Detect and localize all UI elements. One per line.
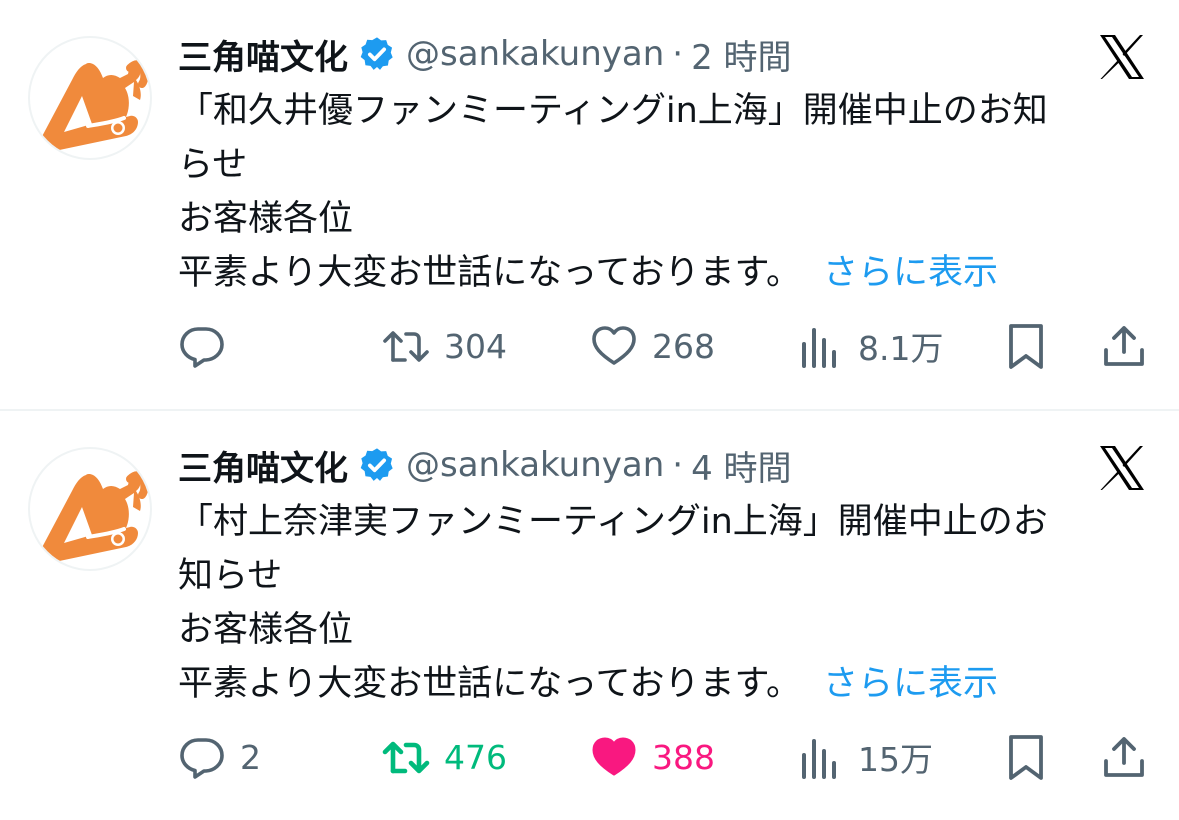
display-name[interactable]: 三角喵文化 bbox=[178, 441, 348, 490]
tweet-text-line: 「和久井優ファンミーティングin上海」開催中止のお知 bbox=[178, 91, 1048, 131]
bookmark-icon bbox=[1009, 324, 1043, 369]
tweet-text-line-last: 平素より大変お世話になっております。 さらに表示 bbox=[178, 657, 1158, 711]
reply-button[interactable]: 2 bbox=[178, 729, 261, 785]
tweet-text-line: 「村上奈津実ファンミーティングin上海」開催中止のお bbox=[178, 502, 1048, 542]
avatar[interactable] bbox=[28, 36, 152, 160]
retweet-button[interactable]: 476 bbox=[382, 729, 507, 785]
tweet-card[interactable]: 三角喵文化 @sankakunyan · 2 時間 「和久井優ファンミーティング… bbox=[0, 0, 1179, 411]
tweet-header: 三角喵文化 @sankakunyan · 4 時間 bbox=[178, 441, 792, 489]
retweet-arrows-icon bbox=[383, 331, 429, 362]
timestamp[interactable]: 4 時間 bbox=[691, 441, 791, 490]
share-upload-icon bbox=[1104, 326, 1144, 366]
tweet-card[interactable]: 三角喵文化 @sankakunyan · 4 時間 「村上奈津実ファンミーティン… bbox=[0, 411, 1179, 820]
retweet-count: 476 bbox=[444, 737, 507, 777]
bookmark-icon bbox=[1009, 735, 1043, 780]
tweet-text-line: お客様各位 bbox=[178, 199, 354, 239]
user-handle[interactable]: @sankakunyan bbox=[406, 445, 664, 485]
retweet-button[interactable]: 304 bbox=[382, 318, 507, 374]
action-bar: 2 476 388 15万 bbox=[0, 729, 1179, 785]
share-button[interactable] bbox=[1100, 318, 1148, 374]
tweet-text-line: お客様各位 bbox=[178, 610, 354, 650]
reply-button[interactable] bbox=[178, 318, 240, 374]
retweet-count: 304 bbox=[444, 326, 507, 366]
tweet-text: 「村上奈津実ファンミーティングin上海」開催中止のお 知らせ お客様各位 平素よ… bbox=[178, 495, 1158, 711]
tweet-text-line-last: 平素より大変お世話になっております。 さらに表示 bbox=[178, 246, 1158, 300]
share-upload-icon bbox=[1104, 737, 1144, 777]
tweet-text-line: 知らせ bbox=[178, 556, 283, 596]
like-count: 268 bbox=[652, 326, 715, 366]
avatar[interactable] bbox=[28, 447, 152, 571]
x-logo-icon bbox=[1100, 446, 1144, 490]
reply-bubble-icon bbox=[180, 327, 224, 368]
timestamp[interactable]: 2 時間 bbox=[691, 30, 791, 79]
show-more-link[interactable]: さらに表示 bbox=[823, 253, 998, 293]
action-bar: 304 268 8.1万 bbox=[0, 318, 1179, 374]
bar-chart-views-icon bbox=[802, 328, 836, 368]
bookmark-button[interactable] bbox=[1002, 318, 1050, 374]
user-handle[interactable]: @sankakunyan bbox=[406, 34, 664, 74]
cat-logo-icon bbox=[37, 471, 149, 565]
views-button[interactable]: 15万 bbox=[796, 729, 933, 785]
show-more-link[interactable]: さらに表示 bbox=[823, 664, 998, 704]
verified-badge-icon[interactable] bbox=[358, 35, 396, 73]
tweet-text-line: 平素より大変お世話になっております。 bbox=[178, 664, 802, 704]
share-button[interactable] bbox=[1100, 729, 1148, 785]
reply-count: 2 bbox=[240, 737, 261, 777]
like-button[interactable]: 388 bbox=[590, 729, 715, 785]
tweet-text: 「和久井優ファンミーティングin上海」開催中止のお知 らせ お客様各位 平素より… bbox=[178, 84, 1158, 300]
verified-badge-icon[interactable] bbox=[358, 446, 396, 484]
heart-icon bbox=[592, 737, 636, 776]
retweet-arrows-icon bbox=[382, 741, 430, 774]
tweet-header: 三角喵文化 @sankakunyan · 2 時間 bbox=[178, 30, 792, 78]
views-count: 8.1万 bbox=[858, 329, 944, 368]
like-button[interactable]: 268 bbox=[590, 318, 715, 374]
views-button[interactable]: 8.1万 bbox=[796, 318, 943, 374]
reply-bubble-icon bbox=[180, 738, 224, 779]
like-count: 388 bbox=[652, 737, 715, 777]
cat-logo-icon bbox=[37, 60, 149, 154]
tweet-text-line: 平素より大変お世話になっております。 bbox=[178, 253, 802, 293]
display-name[interactable]: 三角喵文化 bbox=[178, 30, 348, 79]
separator-dot: · bbox=[672, 34, 684, 74]
x-logo-icon bbox=[1100, 35, 1144, 79]
separator-dot: · bbox=[672, 445, 684, 485]
heart-icon bbox=[592, 326, 636, 365]
bar-chart-views-icon bbox=[802, 739, 836, 779]
bookmark-button[interactable] bbox=[1002, 729, 1050, 785]
tweet-text-line: らせ bbox=[178, 145, 248, 185]
views-count: 15万 bbox=[858, 740, 933, 779]
